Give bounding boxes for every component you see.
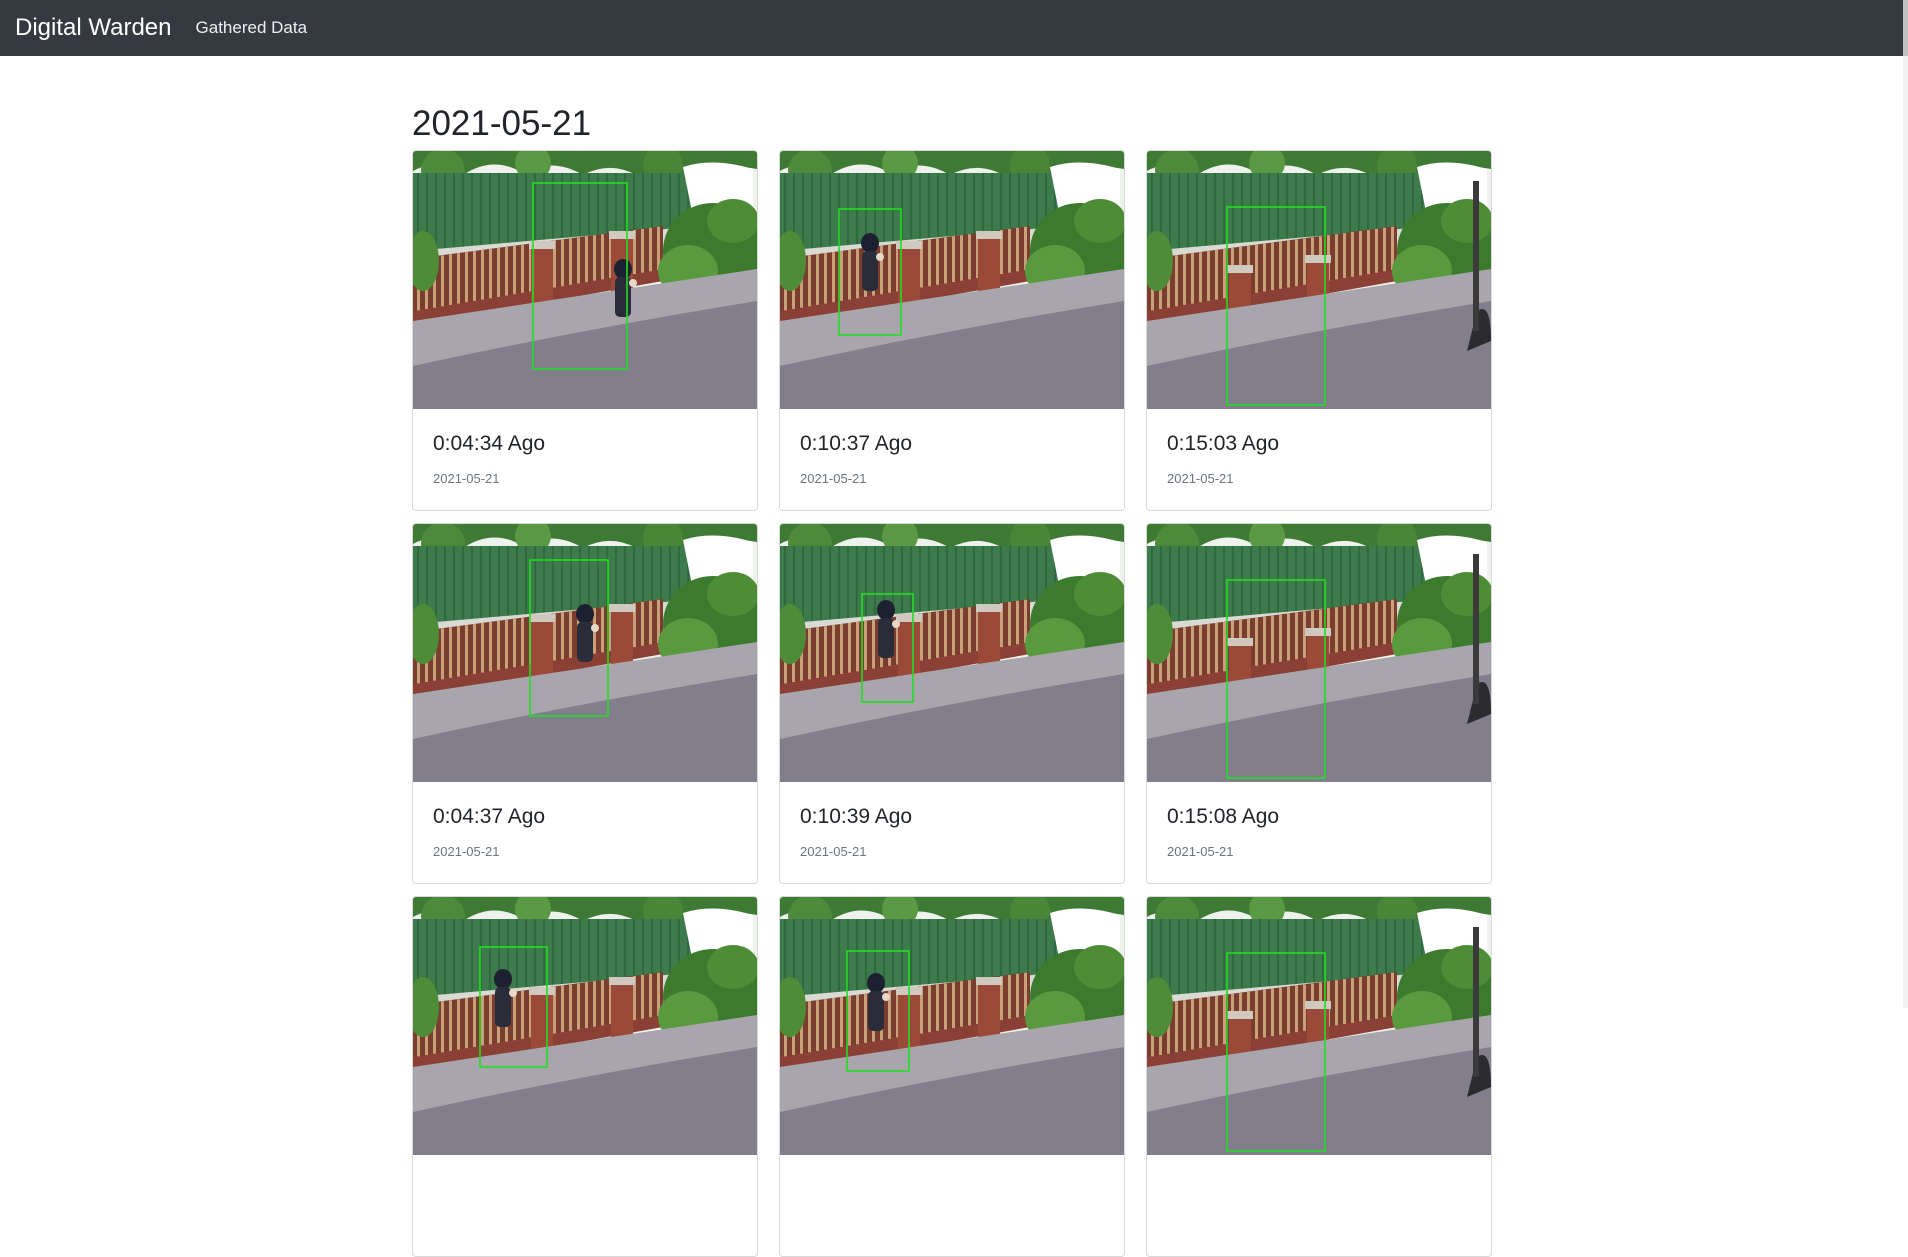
capture-card[interactable]: 0:15:08 Ago 2021-05-21	[1146, 523, 1492, 884]
capture-card-body: 0:04:34 Ago 2021-05-21	[413, 409, 757, 507]
scrollbar-track[interactable]	[1903, 0, 1908, 1008]
scrollbar-thumb[interactable]	[1903, 0, 1908, 56]
capture-card[interactable]: 0:10:39 Ago 2021-05-21	[779, 523, 1125, 884]
capture-card[interactable]	[1146, 896, 1492, 1257]
capture-date: 2021-05-21	[1167, 844, 1234, 859]
capture-card-body	[413, 1155, 757, 1209]
capture-card-body	[1147, 1155, 1491, 1209]
capture-time-ago: 0:10:37 Ago	[800, 432, 913, 455]
capture-thumbnail[interactable]	[1147, 897, 1491, 1155]
capture-date: 2021-05-21	[1167, 471, 1234, 486]
capture-time-ago: 0:04:34 Ago	[433, 432, 546, 455]
capture-thumbnail[interactable]	[413, 524, 757, 782]
capture-card[interactable]: 0:15:03 Ago 2021-05-21	[1146, 150, 1492, 511]
capture-card-body: 0:15:08 Ago 2021-05-21	[1147, 782, 1491, 880]
capture-time-ago: 0:04:37 Ago	[433, 805, 546, 828]
capture-thumbnail[interactable]	[780, 897, 1124, 1155]
capture-date: 2021-05-21	[800, 471, 867, 486]
capture-card[interactable]: 0:04:34 Ago 2021-05-21	[412, 150, 758, 511]
capture-card-body: 0:15:03 Ago 2021-05-21	[1147, 409, 1491, 507]
capture-card[interactable]: 0:10:37 Ago 2021-05-21	[779, 150, 1125, 511]
capture-card[interactable]: 0:04:37 Ago 2021-05-21	[412, 523, 758, 884]
capture-thumbnail[interactable]	[1147, 524, 1491, 782]
capture-thumbnail[interactable]	[780, 151, 1124, 409]
capture-time-ago: 0:10:39 Ago	[800, 805, 913, 828]
capture-time-ago: 0:15:08 Ago	[1167, 805, 1280, 828]
brand-link[interactable]: Digital Warden	[15, 14, 172, 42]
capture-card[interactable]	[412, 896, 758, 1257]
capture-thumbnail[interactable]	[413, 897, 757, 1155]
date-heading: 2021-05-21	[412, 104, 592, 143]
capture-date: 2021-05-21	[433, 844, 500, 859]
capture-card-body: 0:10:39 Ago 2021-05-21	[780, 782, 1124, 880]
capture-time-ago: 0:15:03 Ago	[1167, 432, 1280, 455]
capture-card[interactable]	[779, 896, 1125, 1257]
capture-card-body: 0:10:37 Ago 2021-05-21	[780, 409, 1124, 507]
capture-grid: 0:04:34 Ago 2021-05-21 0:10:37 Ago 2021-05-…	[412, 150, 1492, 1257]
top-navbar: Digital Warden Gathered Data	[0, 0, 1908, 56]
capture-date: 2021-05-21	[800, 844, 867, 859]
nav-link-gathered-data[interactable]: Gathered Data	[196, 18, 308, 38]
main-content: 2021-05-21 0:04:34 Ago 2021-05-21 0:10:37 …	[412, 104, 1492, 1257]
capture-thumbnail[interactable]	[413, 151, 757, 409]
capture-thumbnail[interactable]	[1147, 151, 1491, 409]
capture-card-body	[780, 1155, 1124, 1209]
capture-date: 2021-05-21	[433, 471, 500, 486]
capture-thumbnail[interactable]	[780, 524, 1124, 782]
capture-card-body: 0:04:37 Ago 2021-05-21	[413, 782, 757, 880]
